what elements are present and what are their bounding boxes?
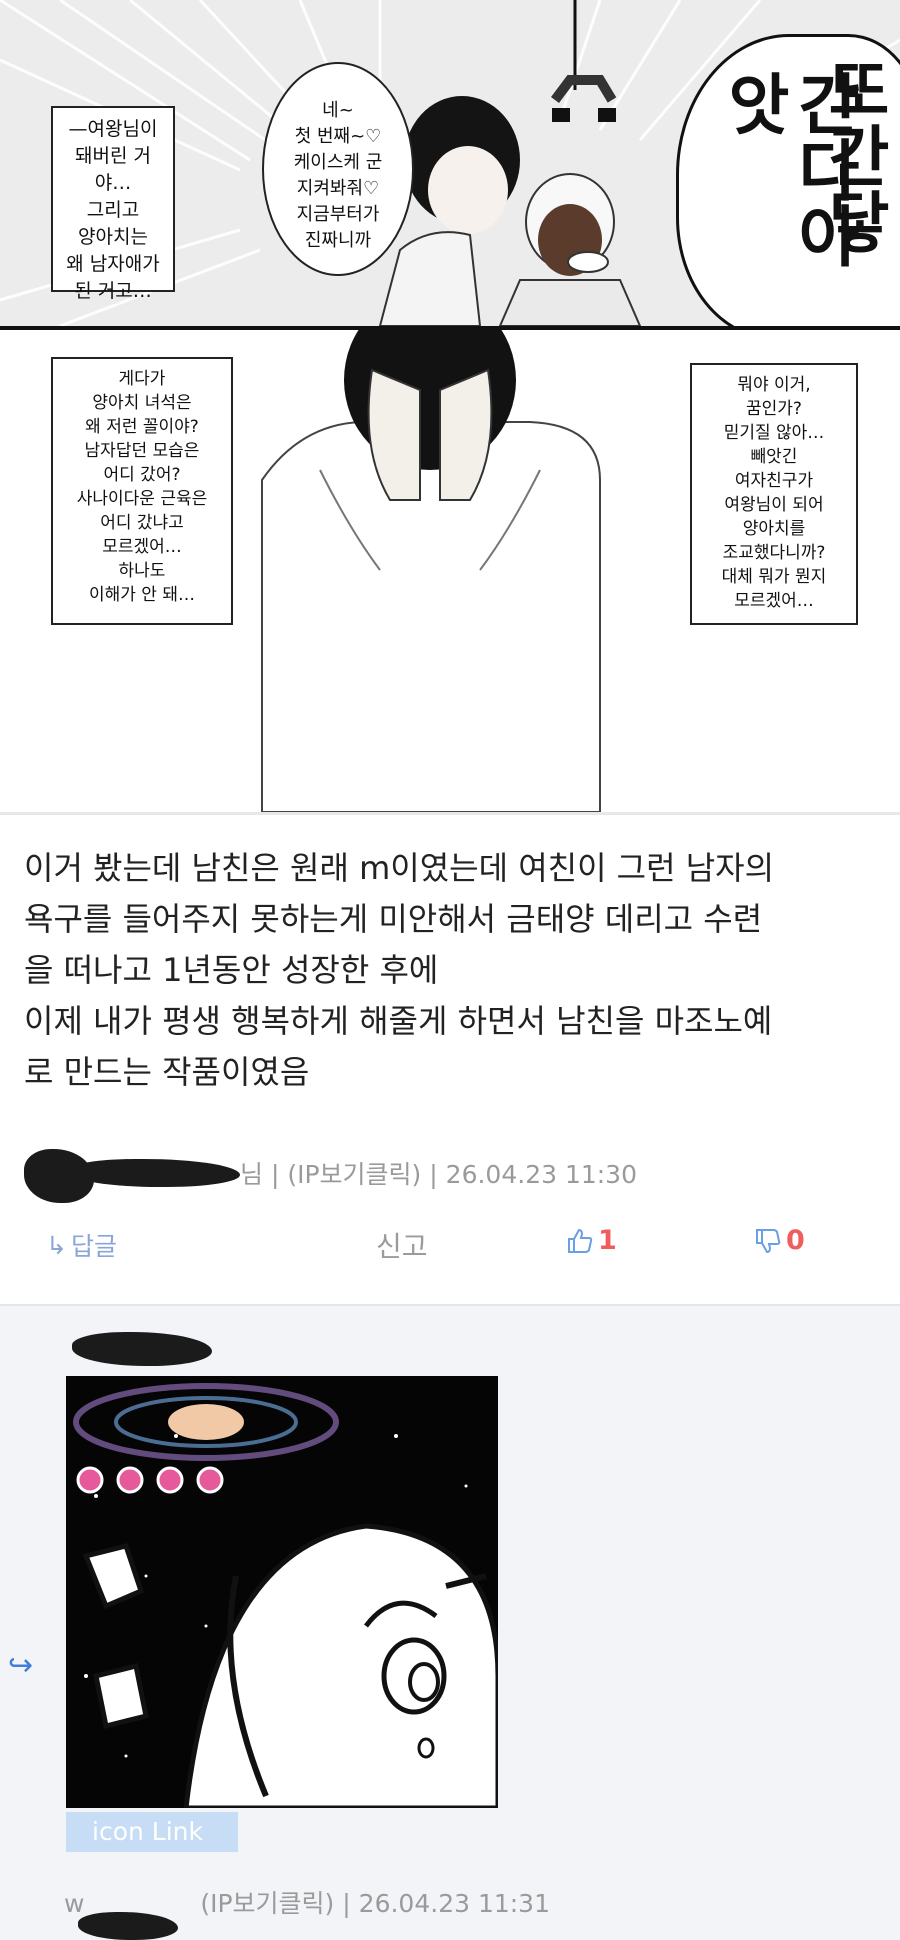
caption-line: 믿기질 않아…	[723, 423, 825, 443]
comment-line: 로 만드는 작품이였음	[24, 1053, 310, 1091]
author-name-redacted[interactable]	[70, 1159, 240, 1187]
icon-link-button[interactable]: icon Link	[66, 1812, 238, 1852]
comment-meta: 님 | (IP보기클릭) | 26.04.23 11:30	[240, 1155, 637, 1191]
caption-line: 조교했다니까?	[722, 543, 826, 563]
meta-separator: |	[342, 1889, 351, 1918]
speech-line: 지금부터가	[296, 204, 380, 225]
thumbs-down-icon	[756, 1228, 781, 1253]
caption-line: 빼앗긴	[750, 447, 798, 467]
reply-comment-item: ↪ icon Link w (IP보기클릭) | 26.04.23 11:31	[0, 1304, 900, 1940]
caption-line: 대체 뭐가 뭔지	[721, 567, 827, 587]
dislike-button[interactable]: 0	[754, 1225, 805, 1256]
author-name-tail[interactable]: 님	[240, 1160, 263, 1189]
caption-line: 이해가 안 돼…	[88, 585, 195, 605]
caption-line: 왜 저런 꼴이야?	[85, 417, 199, 437]
caption-line: 뭐야 이거,	[737, 375, 811, 395]
comment-line: 욕구를 들어주지 못하는게 미안해서 금태양 데리고 수련	[24, 900, 763, 938]
reply-arrow-icon: ↳	[46, 1230, 67, 1260]
reply-author-partial[interactable]: w	[64, 1889, 84, 1918]
left-caption-box: 게다가 양아치 녀석은 왜 저런 꼴이야? 남자답던 모습은 어디 갔어? 사나…	[51, 357, 233, 625]
comment-body: 이거 봤는데 남친은 원래 m이였는데 여친이 그런 남자의 욕구를 들어주지 …	[24, 843, 880, 1098]
manga-panel-top: —여왕님이 돼버린 거야… 그리고 양아치는 왜 남자애가 된 거고… 네~ 첫…	[0, 0, 900, 330]
manga-panel-bottom: 게다가 양아치 녀석은 왜 저런 꼴이야? 남자답던 모습은 어디 갔어? 사나…	[0, 330, 900, 812]
meta-separator: |	[429, 1160, 438, 1189]
reply-attached-image[interactable]	[66, 1376, 498, 1808]
comment-timestamp: 26.04.23 11:30	[445, 1160, 637, 1189]
caption-line: 남자답던 모습은	[84, 441, 200, 461]
speech-line: 케이스케 군	[293, 152, 383, 173]
caption-line: 양아치 녀석은	[92, 393, 192, 413]
caption-line: —여왕님이	[68, 118, 158, 140]
reply-meta: w (IP보기클릭) | 26.04.23 11:31	[64, 1884, 550, 1920]
reply-author-redacted[interactable]	[72, 1332, 212, 1366]
caption-line: 꿈인가?	[746, 399, 802, 419]
like-button[interactable]: 1	[566, 1225, 617, 1256]
speech-line: 진짜니까	[304, 230, 372, 251]
caption-line: 여자친구가	[734, 471, 814, 491]
ip-view-link[interactable]: (IP보기클릭)	[287, 1160, 421, 1189]
caption-line: 모르겠어…	[102, 537, 182, 557]
caption-line: 게다가	[118, 369, 166, 389]
caption-line: 사나이다운 근육은	[76, 489, 208, 509]
reply-indent-arrow-icon: ↪	[8, 1648, 34, 1683]
top-caption-box: —여왕님이 돼버린 거야… 그리고 양아치는 왜 남자애가 된 거고…	[51, 106, 175, 302]
caption-line: 양아치를	[742, 519, 806, 539]
dislike-count: 0	[786, 1225, 805, 1256]
caption-line: 왜 남자애가	[66, 253, 160, 275]
caption-line: 돼버린 거야…	[75, 145, 151, 194]
sfx-text-left: 간다아앗	[715, 70, 862, 268]
like-count: 1	[598, 1225, 617, 1256]
comment-line: 이거 봤는데 남친은 원래 m이였는데 여친이 그런 남자의	[24, 849, 775, 887]
ip-view-link[interactable]: (IP보기클릭)	[200, 1889, 334, 1918]
caption-line: 어디 갔어?	[103, 465, 181, 485]
caption-line: 모르겠어…	[734, 591, 814, 611]
speech-line: 네~	[322, 100, 354, 121]
right-caption-box: 뭐야 이거, 꿈인가? 믿기질 않아… 빼앗긴 여자친구가 여왕님이 되어 양아…	[690, 363, 858, 625]
comment-line: 이제 내가 평생 행복하게 해줄게 하면서 남친을 마조노예	[24, 1002, 773, 1040]
speech-line: 지켜봐줘♡	[296, 178, 380, 199]
caption-line: 그리고	[86, 199, 140, 221]
speech-line: 첫 번째~♡	[294, 126, 382, 147]
meta-separator: |	[270, 1160, 280, 1189]
caption-line: 양아치는	[78, 226, 148, 248]
reply-timestamp: 26.04.23 11:31	[358, 1889, 550, 1918]
reply-button[interactable]: ↳ 답글	[46, 1227, 117, 1263]
reply-label: 답글	[70, 1232, 117, 1261]
comment-item: 이거 봤는데 남친은 원래 m이였는데 여친이 그런 남자의 욕구를 들어주지 …	[0, 812, 900, 1307]
comment-actions: ↳ 답글 신고 1 0	[0, 1215, 900, 1275]
caption-line: 여왕님이 되어	[724, 495, 824, 515]
report-label: 신고	[376, 1230, 428, 1263]
speech-bubble: 네~ 첫 번째~♡ 케이스케 군 지켜봐줘♡ 지금부터가 진짜니까	[262, 62, 414, 276]
space-character-illustration	[66, 1376, 498, 1808]
caption-line: 하나도	[118, 561, 166, 581]
manga-image: —여왕님이 돼버린 거야… 그리고 양아치는 왜 남자애가 된 거고… 네~ 첫…	[0, 0, 900, 812]
report-button[interactable]: 신고	[376, 1225, 428, 1265]
comment-line: 을 떠나고 1년동안 성장한 후에	[24, 951, 439, 989]
thumbs-up-icon	[568, 1228, 593, 1253]
caption-line: 된 거고…	[74, 280, 152, 302]
caption-line: 어디 갔냐고	[100, 513, 184, 533]
